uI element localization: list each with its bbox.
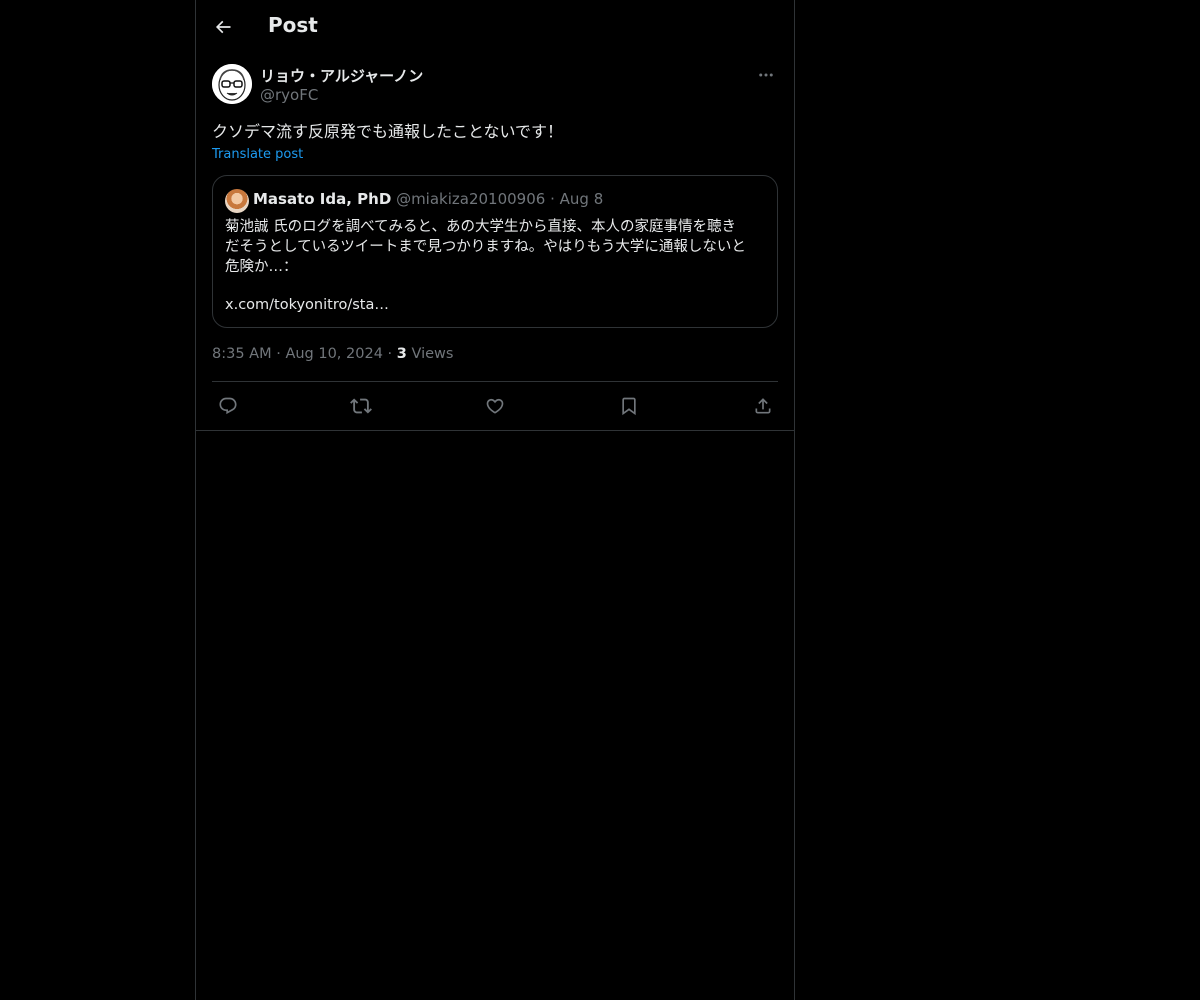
post-bottom-border <box>196 430 794 431</box>
avatar[interactable] <box>212 64 252 104</box>
reply-icon <box>218 396 238 416</box>
heart-icon <box>485 396 505 416</box>
post-date[interactable]: Aug 10, 2024 <box>285 346 383 362</box>
translate-post-link[interactable]: Translate post <box>212 147 303 162</box>
post-time[interactable]: 8:35 AM <box>212 346 272 362</box>
post-meta: 8:35 AM · Aug 10, 2024 · 3 Views <box>212 346 453 362</box>
author-handle[interactable]: @ryoFC <box>260 86 318 104</box>
quote-avatar <box>225 189 249 213</box>
quote-text-line: 危険か…： <box>225 259 298 275</box>
quoted-post[interactable]: Masato Ida, PhD @miakiza20100906 · Aug 8… <box>212 175 778 328</box>
quote-separator: · <box>550 190 555 208</box>
quote-header: Masato Ida, PhD @miakiza20100906 · Aug 8 <box>253 190 603 208</box>
share-button[interactable] <box>751 394 775 418</box>
repost-button[interactable] <box>349 394 373 418</box>
bookmark-button[interactable] <box>617 394 641 418</box>
quote-link[interactable]: x.com/tokyonitro/sta… <box>225 297 389 313</box>
more-horizontal-icon <box>757 66 775 84</box>
bookmark-icon <box>619 396 639 416</box>
post-text: クソデマ流す反原発でも通報したことないです！ <box>212 122 564 141</box>
author-name[interactable]: リョウ・アルジャーノン <box>260 65 423 86</box>
action-bar <box>212 382 778 430</box>
repost-icon <box>350 395 372 417</box>
quote-text-line: だそうとしているツイートまで見つかりますね。やはりもう大学に通報しないと <box>225 239 746 255</box>
post-header: Post <box>196 0 794 54</box>
page-title: Post <box>268 13 318 37</box>
quote-date: Aug 8 <box>559 190 604 208</box>
like-button[interactable] <box>483 394 507 418</box>
reply-button[interactable] <box>216 394 240 418</box>
quote-author-name: Masato Ida, PhD <box>253 190 392 208</box>
share-icon <box>753 396 773 416</box>
quote-author-handle: @miakiza20100906 <box>396 190 546 208</box>
arrow-left-icon <box>213 17 233 37</box>
quote-text-line: 菊池誠 氏のログを調べてみると、あの大学生から直接、本人の家庭事情を聴き <box>225 219 736 235</box>
meta-separator: · <box>276 346 281 362</box>
views-label: Views <box>411 346 454 362</box>
main-column: Post リョウ・アルジャーノン @ryoFC クソデマ流す反原発でも通報したこ… <box>195 0 795 1000</box>
more-button[interactable] <box>754 64 778 86</box>
views-count: 3 <box>396 346 407 362</box>
back-button[interactable] <box>206 8 240 46</box>
meta-separator: · <box>387 346 393 362</box>
quote-text: 菊池誠 氏のログを調べてみると、あの大学生から直接、本人の家庭事情を聴き だそう… <box>225 217 765 277</box>
